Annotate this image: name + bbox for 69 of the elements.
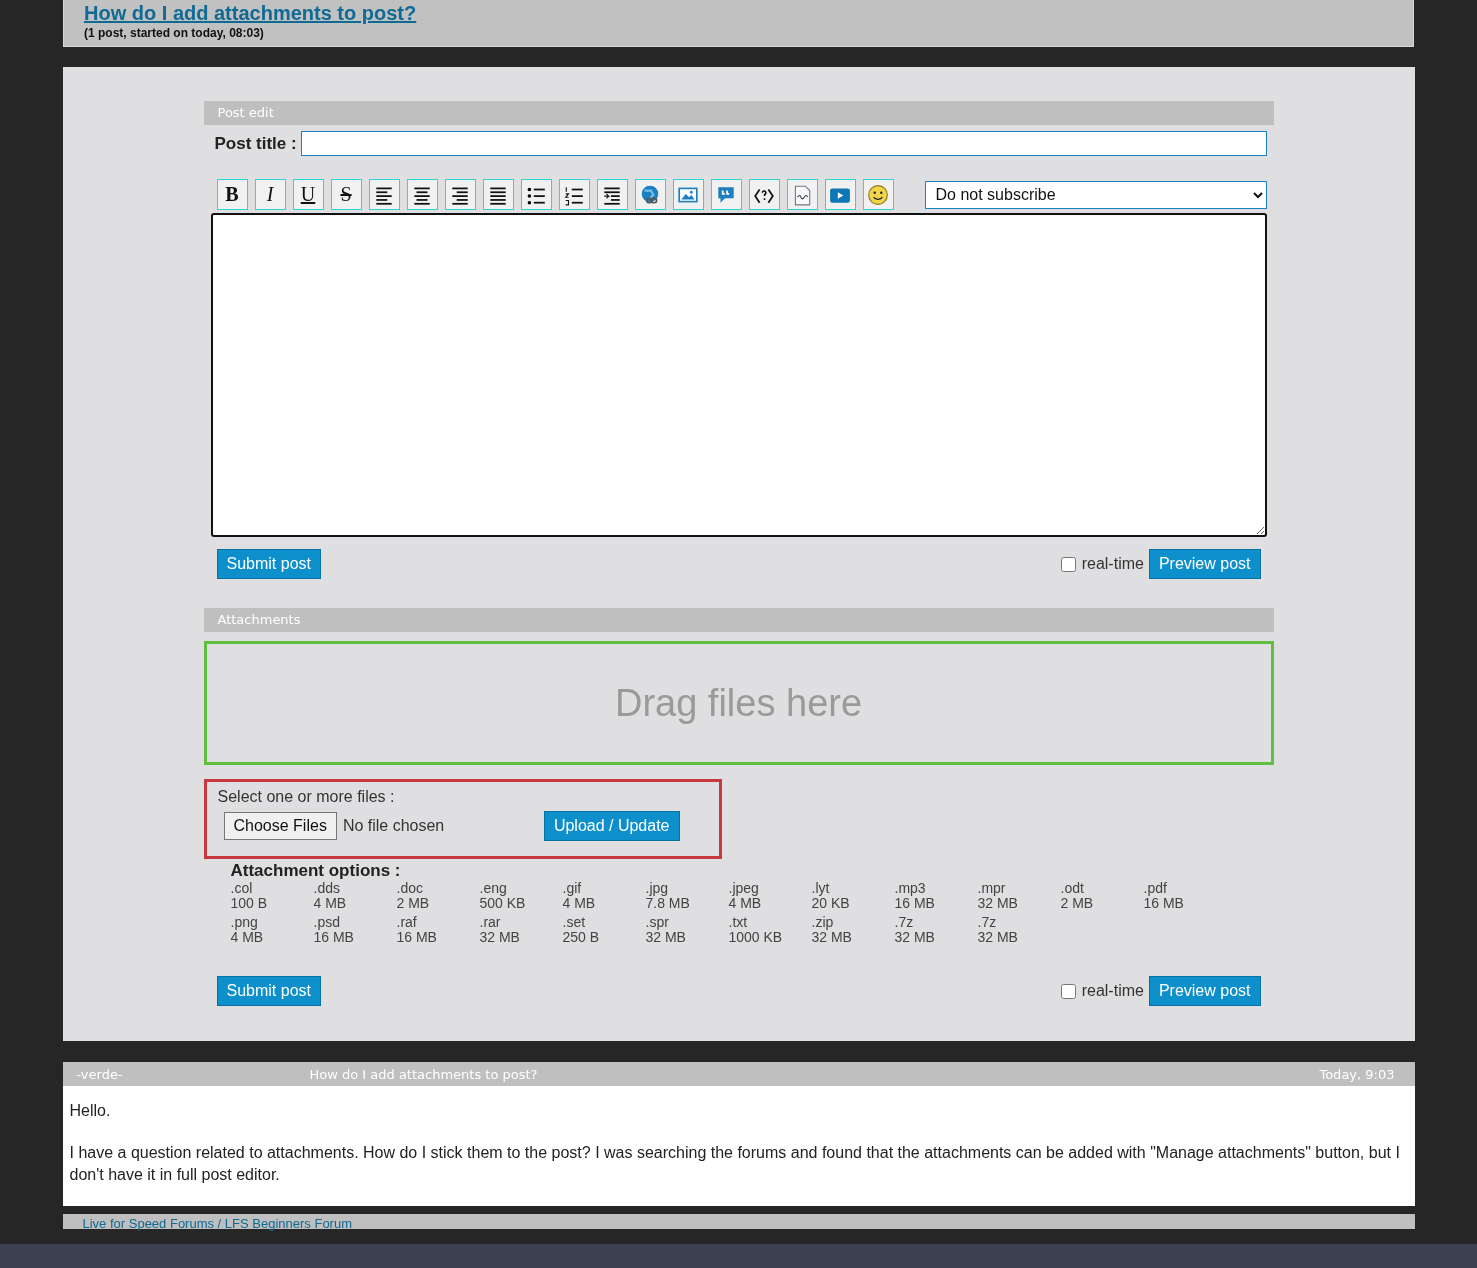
post-title-label: Post title : [214, 133, 297, 154]
post-time: Today, 9:03 [1319, 1066, 1395, 1082]
real-time-label: real-time [1081, 982, 1144, 1000]
file-type-limit: .col 100 B [230, 881, 269, 911]
globe-link-button[interactable] [634, 179, 666, 210]
file-type-limit: .lyt 20 KB [811, 881, 851, 911]
post-title-field[interactable] [300, 131, 1267, 156]
post-paragraph: Hello. [69, 1101, 112, 1121]
preview-post-button[interactable]: Preview post [1148, 976, 1261, 1006]
topic-subtitle: (1 post, started on today, 08:03) [84, 26, 265, 40]
file-type-limit: .png 4 MB [230, 915, 265, 945]
topic-title-link[interactable]: How do I add attachments to post? [84, 1, 417, 25]
bold-button[interactable]: B [216, 179, 248, 210]
post-paragraph: I have a question related to attachments. How do I stick them to the post? I was searching the forums and found that the attachments can be added with "Manage attachments" button, but I don't have it in full post editor. [69, 1143, 1401, 1185]
file-type-limit: .rar 32 MB [479, 915, 521, 945]
real-time-label: real-time [1081, 555, 1144, 573]
select-files-label: Select one or more files : [217, 788, 396, 806]
section-header: Post edit [203, 101, 1274, 125]
file-type-limit: .7z 32 MB [977, 915, 1019, 945]
italic-button[interactable]: I [254, 179, 286, 210]
section-header: Attachments [203, 608, 1274, 632]
file-type-limit: .7z 32 MB [894, 915, 936, 945]
code-button[interactable] [748, 179, 780, 210]
submit-post-button[interactable]: Submit post [216, 976, 321, 1006]
file-type-limit: .mp3 16 MB [894, 881, 936, 911]
speech-bubble-button[interactable] [710, 179, 742, 210]
align-center-button[interactable] [406, 179, 438, 210]
file-type-limit: .mpr 32 MB [977, 881, 1019, 911]
file-type-limit: .jpeg 4 MB [728, 881, 763, 911]
real-time-checkbox[interactable] [1060, 983, 1076, 999]
document-button[interactable] [786, 179, 818, 210]
smiley-icon [867, 183, 889, 206]
align-right-button[interactable] [444, 179, 476, 210]
file-type-limit: .psd 16 MB [313, 915, 355, 945]
subscribe-dropdown[interactable]: Do not subscribe [924, 180, 1267, 209]
preview-post-button[interactable]: Preview post [1148, 549, 1261, 579]
image-button[interactable] [672, 179, 704, 210]
file-type-limit: .set 250 B [562, 915, 601, 945]
file-type-limit: .txt 1000 KB [728, 915, 784, 945]
underline-button[interactable]: U [292, 179, 324, 210]
file-type-limit: .jpg 7.8 MB [645, 881, 691, 911]
file-type-limit: .dds 4 MB [313, 881, 348, 911]
numbered-list-button[interactable] [558, 179, 590, 210]
file-type-limit: .doc 2 MB [396, 881, 431, 911]
submit-post-button[interactable]: Submit post [216, 549, 321, 579]
breadcrumb-link[interactable]: Live for Speed Forums / LFS Beginners Forum [82, 1216, 352, 1231]
play-button[interactable] [824, 179, 856, 210]
post-body-field[interactable] [210, 213, 1267, 537]
post-author[interactable]: -verde- [76, 1066, 310, 1082]
indent-button[interactable] [596, 179, 628, 210]
drop-zone[interactable]: Drag files here [203, 641, 1274, 765]
file-type-limit: .eng 500 KB [479, 881, 527, 911]
bulleted-list-button[interactable] [520, 179, 552, 210]
file-type-limit: .raf 16 MB [396, 915, 438, 945]
real-time-checkbox[interactable] [1060, 556, 1076, 572]
file-type-limit: .spr 32 MB [645, 915, 687, 945]
upload-button[interactable]: Upload / Update [543, 811, 680, 841]
file-type-limit: .pdf 16 MB [1143, 881, 1185, 911]
file-status-text: No file chosen [342, 817, 446, 835]
file-type-limit: .zip 32 MB [811, 915, 853, 945]
justify-button[interactable] [482, 179, 514, 210]
file-type-limit: .gif 4 MB [562, 881, 597, 911]
attachment-options-title: Attachment options : [230, 861, 402, 881]
globe-link-icon [639, 183, 661, 206]
smiley-button[interactable] [862, 179, 894, 210]
strikethrough-button[interactable]: S [330, 179, 362, 210]
align-left-button[interactable] [368, 179, 400, 210]
file-type-limit: .odt 2 MB [1060, 881, 1095, 911]
choose-files-button[interactable]: Choose Files [223, 812, 337, 840]
